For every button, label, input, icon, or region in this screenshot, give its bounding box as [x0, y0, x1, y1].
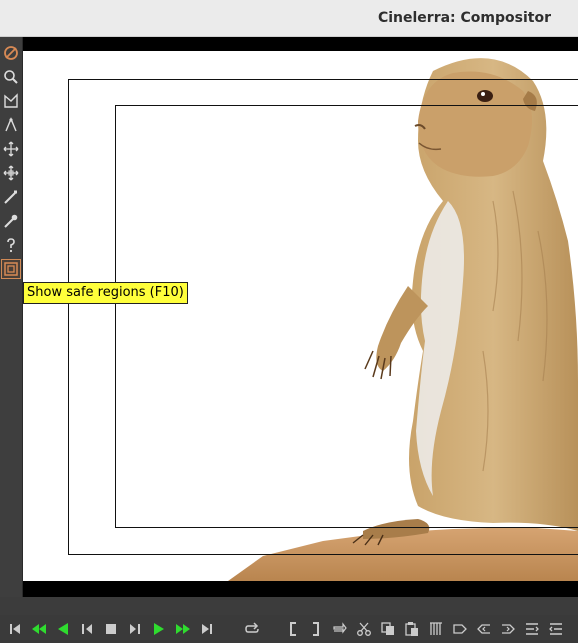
cut-icon[interactable]	[354, 619, 374, 639]
zoom-icon[interactable]	[1, 67, 21, 87]
fast-forward-icon[interactable]	[173, 619, 193, 639]
fit-width-icon[interactable]	[546, 619, 566, 639]
play-icon[interactable]	[149, 619, 169, 639]
crop-icon[interactable]	[1, 187, 21, 207]
overwrite-icon[interactable]	[426, 619, 446, 639]
eyedropper-icon[interactable]	[1, 211, 21, 231]
frame-forward-icon[interactable]	[125, 619, 145, 639]
mask-icon[interactable]	[1, 91, 21, 111]
copy-icon[interactable]	[378, 619, 398, 639]
tooltip: Show safe regions (F10)	[23, 282, 188, 304]
paste-icon[interactable]	[402, 619, 422, 639]
ruler-icon[interactable]	[1, 115, 21, 135]
in-point-icon[interactable]	[283, 619, 303, 639]
label-icon[interactable]	[450, 619, 470, 639]
video-frame	[23, 51, 578, 581]
camera-icon[interactable]	[1, 139, 21, 159]
rewind-to-start-icon[interactable]	[5, 619, 25, 639]
stop-icon[interactable]	[101, 619, 121, 639]
frame-back-icon[interactable]	[77, 619, 97, 639]
fast-reverse-icon[interactable]	[29, 619, 49, 639]
reverse-play-icon[interactable]	[53, 619, 73, 639]
fit-icon[interactable]	[522, 619, 542, 639]
safe-regions-icon[interactable]	[1, 259, 21, 279]
prev-label-icon[interactable]	[474, 619, 494, 639]
projector-icon[interactable]	[1, 163, 21, 183]
go-to-end-icon[interactable]	[197, 619, 217, 639]
compositor-canvas[interactable]	[23, 37, 578, 597]
title-safe-region	[115, 105, 578, 528]
help-icon[interactable]	[1, 235, 21, 255]
splice-icon[interactable]	[330, 619, 350, 639]
protect-icon[interactable]	[1, 43, 21, 63]
next-label-icon[interactable]	[498, 619, 518, 639]
out-point-icon[interactable]	[306, 619, 326, 639]
transport-bar	[0, 615, 578, 643]
tool-palette	[0, 37, 23, 597]
loop-icon[interactable]	[242, 619, 262, 639]
title-bar: Cinelerra: Compositor	[0, 0, 578, 37]
window-title: Cinelerra: Compositor	[377, 10, 551, 26]
